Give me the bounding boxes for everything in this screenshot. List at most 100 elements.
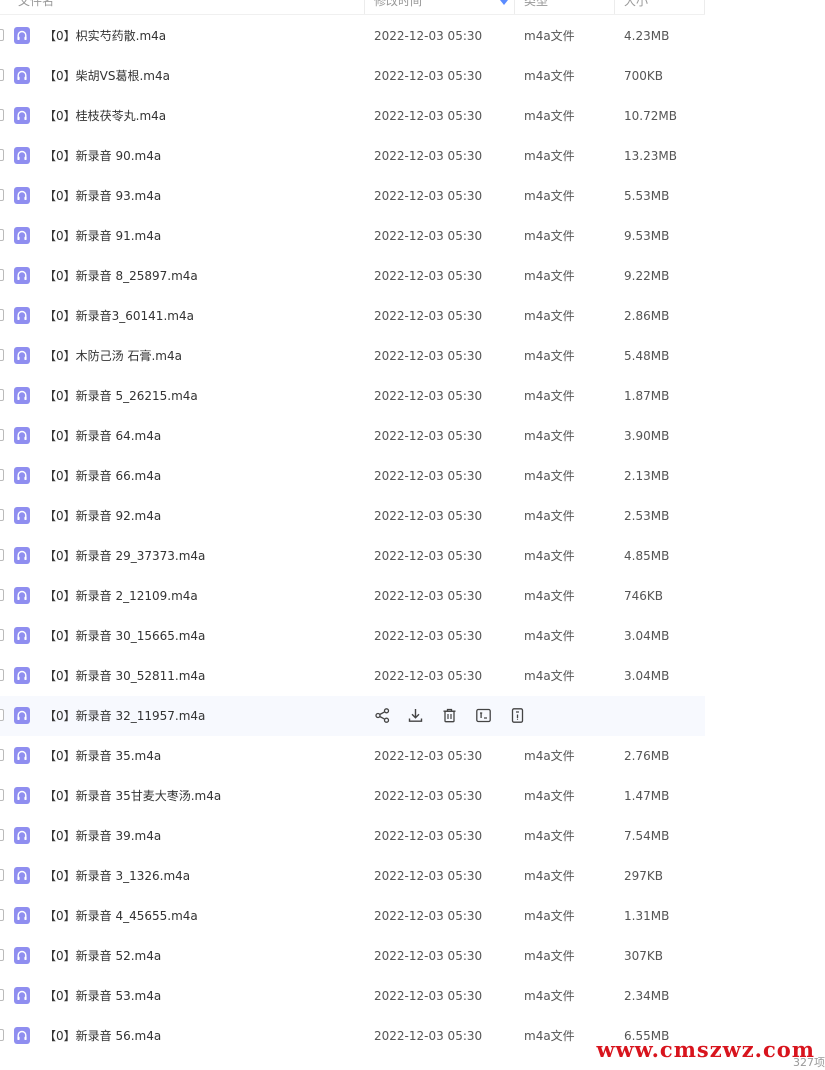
file-row[interactable]: 【0】新录音 64.m4a 2022-12-03 05:30 m4a文件 3.90MB xyxy=(0,416,705,456)
file-name[interactable]: 【0】新录音 3_1326.m4a xyxy=(44,856,190,896)
file-name[interactable]: 【0】新录音 35.m4a xyxy=(44,736,161,776)
file-row[interactable]: 【0】新录音 3_1326.m4a 2022-12-03 05:30 m4a文件 29… xyxy=(0,856,705,896)
column-divider[interactable] xyxy=(514,0,515,14)
column-header-modified[interactable]: 修改时间 xyxy=(374,0,422,8)
column-divider[interactable] xyxy=(614,0,615,14)
more-icon[interactable] xyxy=(509,707,526,724)
download-icon[interactable] xyxy=(407,707,424,724)
file-name[interactable]: 【0】新录音 56.m4a xyxy=(44,1016,161,1056)
row-checkbox[interactable] xyxy=(0,989,4,1001)
file-row[interactable]: 【0】新录音 35甘麦大枣汤.m4a 2022-12-03 05:30 m4a文件 1… xyxy=(0,776,705,816)
file-row[interactable]: 【0】木防己汤 石膏.m4a 2022-12-03 05:30 m4a文件 5.48M… xyxy=(0,336,705,376)
file-size: 9.22MB xyxy=(624,269,670,283)
file-name[interactable]: 【0】新录音 52.m4a xyxy=(44,936,161,976)
file-name[interactable]: 【0】新录音 64.m4a xyxy=(44,416,161,456)
file-row[interactable]: 【0】新录音 29_37373.m4a 2022-12-03 05:30 m4a文件… xyxy=(0,536,705,576)
row-checkbox[interactable] xyxy=(0,149,4,161)
file-name[interactable]: 【0】新录音 93.m4a xyxy=(44,176,161,216)
file-row[interactable]: 【0】新录音 90.m4a 2022-12-03 05:30 m4a文件 13.23M… xyxy=(0,136,705,176)
file-size: 2.13MB xyxy=(624,469,670,483)
file-row[interactable]: 【0】新录音3_60141.m4a 2022-12-03 05:30 m4a文件 2.… xyxy=(0,296,705,336)
file-row[interactable]: 【0】新录音 92.m4a 2022-12-03 05:30 m4a文件 2.53MB xyxy=(0,496,705,536)
file-row[interactable]: 【0】新录音 30_15665.m4a 2022-12-03 05:30 m4a文件… xyxy=(0,616,705,656)
file-name[interactable]: 【0】新录音 91.m4a xyxy=(44,216,161,256)
file-name[interactable]: 【0】新录音3_60141.m4a xyxy=(44,296,194,336)
file-name[interactable]: 【0】桂枝茯苓丸.m4a xyxy=(44,96,166,136)
file-name[interactable]: 【0】新录音 66.m4a xyxy=(44,456,161,496)
file-row[interactable]: 【0】新录音 35.m4a 2022-12-03 05:30 m4a文件 2.76MB xyxy=(0,736,705,776)
row-checkbox[interactable] xyxy=(0,269,4,281)
file-row[interactable]: 【0】新录音 93.m4a 2022-12-03 05:30 m4a文件 5.53MB xyxy=(0,176,705,216)
file-type: m4a文件 xyxy=(524,1029,575,1043)
row-checkbox[interactable] xyxy=(0,309,4,321)
row-checkbox[interactable] xyxy=(0,389,4,401)
file-row[interactable]: 【0】柴胡VS葛根.m4a 2022-12-03 05:30 m4a文件 700KB xyxy=(0,56,705,96)
file-name[interactable]: 【0】新录音 39.m4a xyxy=(44,816,161,856)
file-name[interactable]: 【0】枳实芍药散.m4a xyxy=(44,16,166,56)
file-row[interactable]: 【0】新录音 8_25897.m4a 2022-12-03 05:30 m4a文件 9… xyxy=(0,256,705,296)
row-checkbox[interactable] xyxy=(0,349,4,361)
file-name[interactable]: 【0】新录音 35甘麦大枣汤.m4a xyxy=(44,776,221,816)
file-name[interactable]: 【0】新录音 32_11957.m4a xyxy=(44,696,205,736)
file-type: m4a文件 xyxy=(524,189,575,203)
file-row[interactable]: 【0】桂枝茯苓丸.m4a 2022-12-03 05:30 m4a文件 10.72MB xyxy=(0,96,705,136)
file-row[interactable]: 【0】新录音 91.m4a 2022-12-03 05:30 m4a文件 9.53MB xyxy=(0,216,705,256)
file-name[interactable]: 【0】新录音 30_15665.m4a xyxy=(44,616,205,656)
column-divider[interactable] xyxy=(364,0,365,14)
file-row[interactable]: 【0】新录音 53.m4a 2022-12-03 05:30 m4a文件 2.34MB xyxy=(0,976,705,1016)
file-name[interactable]: 【0】木防己汤 石膏.m4a xyxy=(44,336,182,376)
row-checkbox[interactable] xyxy=(0,229,4,241)
row-checkbox[interactable] xyxy=(0,869,4,881)
row-checkbox[interactable] xyxy=(0,29,4,41)
row-checkbox[interactable] xyxy=(0,629,4,641)
file-modified-date: 2022-12-03 05:30 xyxy=(374,309,483,323)
column-header-type[interactable]: 类型 xyxy=(524,0,548,8)
file-name[interactable]: 【0】新录音 53.m4a xyxy=(44,976,161,1016)
file-row[interactable]: 【0】新录音 66.m4a 2022-12-03 05:30 m4a文件 2.13MB xyxy=(0,456,705,496)
file-row[interactable]: 【0】新录音 5_26215.m4a 2022-12-03 05:30 m4a文件 1… xyxy=(0,376,705,416)
file-name[interactable]: 【0】新录音 4_45655.m4a xyxy=(44,896,198,936)
row-checkbox[interactable] xyxy=(0,829,4,841)
file-name[interactable]: 【0】新录音 29_37373.m4a xyxy=(44,536,205,576)
row-checkbox[interactable] xyxy=(0,709,4,721)
row-checkbox[interactable] xyxy=(0,509,4,521)
file-name[interactable]: 【0】新录音 30_52811.m4a xyxy=(44,656,205,696)
row-checkbox[interactable] xyxy=(0,949,4,961)
file-name[interactable]: 【0】柴胡VS葛根.m4a xyxy=(44,56,170,96)
row-checkbox[interactable] xyxy=(0,749,4,761)
delete-icon[interactable] xyxy=(441,707,458,724)
file-row[interactable]: 【0】新录音 4_45655.m4a 2022-12-03 05:30 m4a文件 1… xyxy=(0,896,705,936)
file-row[interactable]: 【0】新录音 39.m4a 2022-12-03 05:30 m4a文件 7.54MB xyxy=(0,816,705,856)
row-checkbox[interactable] xyxy=(0,469,4,481)
row-checkbox[interactable] xyxy=(0,69,4,81)
file-row[interactable]: 【0】新录音 32_11957.m4a xyxy=(0,696,705,736)
file-size: 700KB xyxy=(624,69,664,83)
row-checkbox[interactable] xyxy=(0,909,4,921)
row-checkbox[interactable] xyxy=(0,589,4,601)
file-name[interactable]: 【0】新录音 92.m4a xyxy=(44,496,161,536)
row-checkbox[interactable] xyxy=(0,429,4,441)
row-checkbox[interactable] xyxy=(0,669,4,681)
file-size: 7.54MB xyxy=(624,829,670,843)
file-row[interactable]: 【0】新录音 30_52811.m4a 2022-12-03 05:30 m4a文件… xyxy=(0,656,705,696)
row-checkbox[interactable] xyxy=(0,789,4,801)
file-name[interactable]: 【0】新录音 90.m4a xyxy=(44,136,161,176)
file-row[interactable]: 【0】新录音 2_12109.m4a 2022-12-03 05:30 m4a文件 7… xyxy=(0,576,705,616)
sort-desc-icon[interactable] xyxy=(500,0,508,5)
row-checkbox[interactable] xyxy=(0,189,4,201)
file-name[interactable]: 【0】新录音 5_26215.m4a xyxy=(44,376,198,416)
file-row[interactable]: 【0】枳实芍药散.m4a 2022-12-03 05:30 m4a文件 4.23MB xyxy=(0,16,705,56)
file-name[interactable]: 【0】新录音 8_25897.m4a xyxy=(44,256,198,296)
file-row[interactable]: 【0】新录音 52.m4a 2022-12-03 05:30 m4a文件 307KB xyxy=(0,936,705,976)
share-icon[interactable] xyxy=(374,707,391,724)
file-name[interactable]: 【0】新录音 2_12109.m4a xyxy=(44,576,198,616)
column-header-name[interactable]: 文件名 xyxy=(18,0,54,8)
file-list: 【0】枳实芍药散.m4a 2022-12-03 05:30 m4a文件 4.23MB 【… xyxy=(0,16,705,1056)
audio-headphones-icon xyxy=(14,187,30,204)
rename-icon[interactable] xyxy=(475,707,492,724)
column-header-size[interactable]: 大小 xyxy=(624,0,648,8)
row-checkbox[interactable] xyxy=(0,549,4,561)
audio-headphones-icon xyxy=(14,587,30,604)
row-checkbox[interactable] xyxy=(0,109,4,121)
row-checkbox[interactable] xyxy=(0,1029,4,1041)
